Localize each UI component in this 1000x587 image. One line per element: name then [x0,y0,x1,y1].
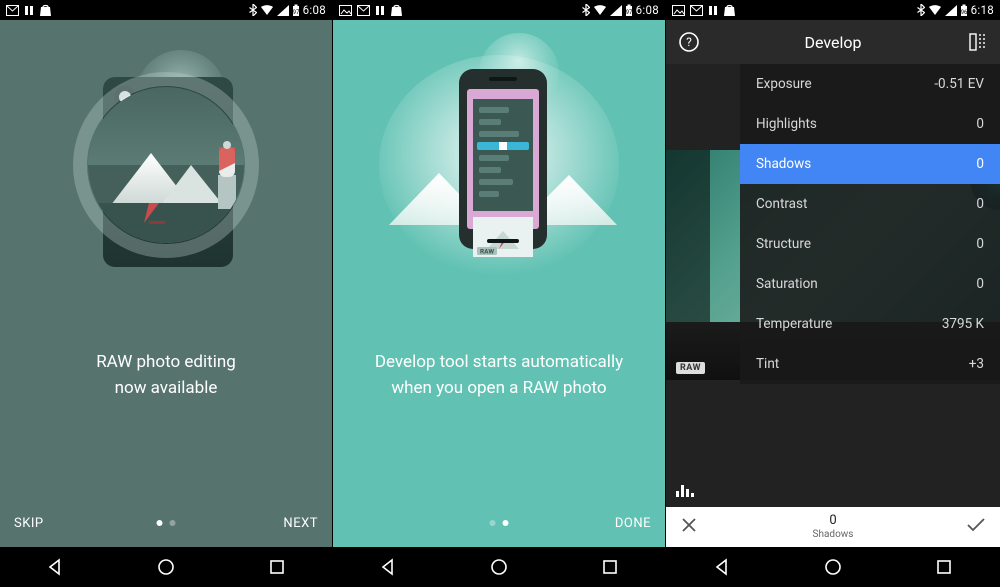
page-dot [157,520,163,526]
raw-badge: RAW [676,362,705,374]
pause-icon [708,5,718,16]
android-navbar [333,547,665,587]
caption-line: RAW photo editing [0,350,332,376]
hero-illustration: RAW [333,20,665,310]
page-dot [503,520,509,526]
pause-icon [375,5,385,16]
status-clock: 6:08 [303,3,326,17]
onboarding-screen-2: 97 6:08 [333,0,666,587]
histogram-icon[interactable] [676,482,696,501]
current-label: Shadows [813,529,854,540]
battery-icon: 96 [960,4,968,16]
done-button[interactable]: DONE [615,516,651,531]
nav-recent-button[interactable] [585,547,635,587]
param-tint[interactable]: Tint+3 [740,344,1000,384]
status-bar: 97 6:08 [0,0,332,20]
page-indicator [157,520,176,526]
onboarding-caption: Develop tool starts automatically when y… [333,350,665,401]
param-contrast[interactable]: Contrast0 [740,184,1000,224]
photo-canvas[interactable]: RAW Exposure-0.51 EV Highlights0 Shadows… [666,64,1000,507]
current-value: 0 [813,514,854,528]
param-exposure[interactable]: Exposure-0.51 EV [740,64,1000,104]
pause-icon [24,5,34,16]
appbar: ? Develop [666,20,1000,64]
nav-recent-button[interactable] [252,547,302,587]
hero-illustration: RAW [0,20,332,310]
page-dot [490,520,496,526]
store-icon [39,4,52,16]
bluetooth-icon [582,4,590,16]
image-icon [672,5,685,16]
image-icon [339,5,352,16]
caption-line: when you open a RAW photo [333,376,665,402]
svg-text:96: 96 [960,9,967,16]
wifi-icon [593,5,607,16]
mail-icon [6,5,19,16]
cancel-button[interactable] [680,516,698,538]
onboarding-footer: SKIP NEXT [0,499,332,547]
nav-home-button[interactable] [808,547,858,587]
signal-icon [277,5,289,16]
battery-icon: 97 [292,4,300,16]
param-temperature[interactable]: Temperature3795 K [740,304,1000,344]
appbar-title: Develop [804,33,861,52]
onboarding-footer: DONE [333,499,665,547]
signal-icon [610,5,622,16]
caption-line: Develop tool starts automatically [333,350,665,376]
svg-text:?: ? [686,35,692,49]
nav-back-button[interactable] [30,547,80,587]
next-button[interactable]: NEXT [283,516,318,531]
mail-icon [690,5,703,16]
android-navbar [666,547,1000,587]
battery-icon: 97 [625,4,633,16]
bluetooth-icon [917,4,925,16]
caption-line: now available [0,376,332,402]
onboarding-caption: RAW photo editing now available [0,350,332,401]
status-clock: 6:08 [636,3,659,17]
nav-home-button[interactable] [141,547,191,587]
mail-icon [357,5,370,16]
onboarding-screen-1: 97 6:08 [0,0,333,587]
store-icon [390,4,403,16]
bottom-bar: 0 Shadows [666,507,1000,547]
param-highlights[interactable]: Highlights0 [740,104,1000,144]
svg-text:97: 97 [292,9,299,16]
status-bar: 97 6:08 [333,0,665,20]
android-navbar [0,547,332,587]
nav-back-button[interactable] [363,547,413,587]
svg-text:RAW: RAW [480,248,494,256]
param-saturation[interactable]: Saturation0 [740,264,1000,304]
param-structure[interactable]: Structure0 [740,224,1000,264]
current-param: 0 Shadows [813,514,854,539]
develop-screen: 96 6:18 ? Develop RAW Exposure-0.51 EV H… [666,0,1000,587]
apply-button[interactable] [966,517,986,537]
compare-icon[interactable] [966,31,988,53]
page-indicator [490,520,509,526]
signal-icon [945,5,957,16]
store-icon [723,4,736,16]
help-icon[interactable]: ? [678,31,700,53]
bluetooth-icon [249,4,257,16]
nav-recent-button[interactable] [919,547,969,587]
svg-text:97: 97 [625,9,632,16]
status-clock: 6:18 [971,3,994,17]
develop-panel: Exposure-0.51 EV Highlights0 Shadows0 Co… [740,64,1000,384]
skip-button[interactable]: SKIP [14,516,44,531]
nav-back-button[interactable] [697,547,747,587]
param-shadows[interactable]: Shadows0 [740,144,1000,184]
status-bar: 96 6:18 [666,0,1000,20]
nav-home-button[interactable] [474,547,524,587]
page-dot [170,520,176,526]
wifi-icon [260,5,274,16]
wifi-icon [928,5,942,16]
